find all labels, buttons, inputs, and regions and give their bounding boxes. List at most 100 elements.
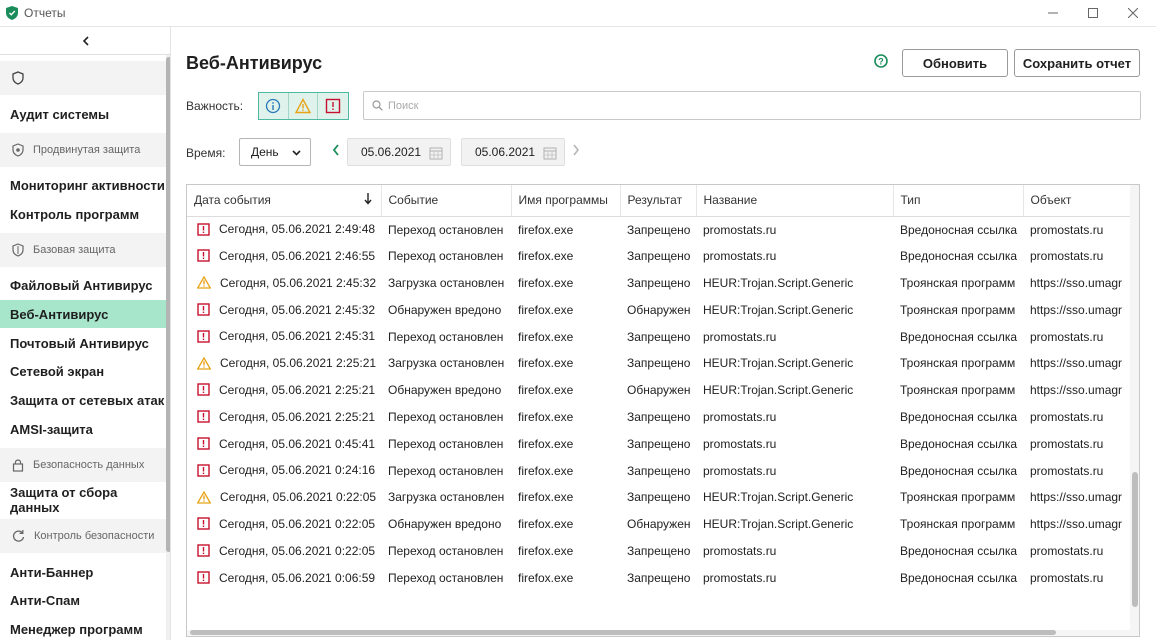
table-row[interactable]: Сегодня, 05.06.2021 2:45:31 Переход остан… xyxy=(187,323,1131,350)
critical-icon xyxy=(197,410,210,423)
table-row[interactable]: Сегодня, 05.06.2021 0:22:05 Переход остан… xyxy=(187,538,1131,565)
sidebar-section-label: Контроль безопасности xyxy=(34,530,155,542)
cell-result: Обнаружен xyxy=(627,517,691,532)
cell-name: promostats.ru xyxy=(703,409,777,424)
filter-info-button[interactable] xyxy=(259,93,289,119)
sidebar-item-anti-banner[interactable]: Анти-Баннер xyxy=(0,558,166,586)
cell-program: firefox.exe xyxy=(518,570,574,585)
previous-period-arrow[interactable] xyxy=(332,144,340,156)
cell-object: https://sso.umagr xyxy=(1030,517,1123,532)
cell-name: promostats.ru xyxy=(703,436,777,451)
table-row[interactable]: Сегодня, 05.06.2021 0:22:05 Загрузка оста… xyxy=(187,484,1131,511)
cell-result: Запрещено xyxy=(627,275,691,290)
warning-icon xyxy=(197,356,211,370)
table-row[interactable]: Сегодня, 05.06.2021 2:25:21 Переход остан… xyxy=(187,404,1131,431)
table-body: Сегодня, 05.06.2021 2:49:48 Переход остан… xyxy=(187,216,1131,591)
cell-type: Вредоносная ссылка xyxy=(900,543,1018,558)
table-row[interactable]: Сегодня, 05.06.2021 2:25:21 Обнаружен вре… xyxy=(187,377,1131,404)
search-input[interactable] xyxy=(388,99,1088,112)
calendar-icon xyxy=(543,147,557,160)
sidebar-item-app-manager[interactable]: Менеджер программ xyxy=(0,615,166,640)
cell-date: Сегодня, 05.06.2021 2:45:32 xyxy=(187,270,381,297)
help-icon[interactable]: ? xyxy=(874,54,888,68)
cell-object: promostats.ru xyxy=(1030,570,1104,585)
cell-type: Вредоносная ссылка xyxy=(900,249,1018,264)
critical-icon xyxy=(197,437,210,450)
cell-result: Запрещено xyxy=(627,463,691,478)
table-horizontal-scrollbar-thumb[interactable] xyxy=(190,630,1056,635)
sidebar-section-general xyxy=(0,61,166,95)
sidebar-item-firewall[interactable]: Сетевой экран xyxy=(0,357,166,385)
cell-program: firefox.exe xyxy=(518,275,574,290)
close-window-button[interactable] xyxy=(1110,0,1156,26)
refresh-button[interactable]: Обновить xyxy=(902,49,1008,77)
column-header-event[interactable]: Событие xyxy=(381,185,512,217)
main-panel: Веб-Антивирус ? Обновить Сохранить отчет… xyxy=(172,27,1156,640)
title-bar: Отчеты xyxy=(0,0,1156,27)
period-value: День xyxy=(251,145,279,159)
cell-program: firefox.exe xyxy=(518,302,574,317)
filter-warning-button[interactable] xyxy=(289,93,319,119)
cell-date: Сегодня, 05.06.2021 0:06:59 xyxy=(187,564,381,591)
table-row[interactable]: Сегодня, 05.06.2021 2:45:32 Обнаружен вре… xyxy=(187,296,1131,323)
column-header-program[interactable]: Имя программы xyxy=(511,185,621,217)
shield-icon xyxy=(12,243,24,257)
page-title: Веб-Антивирус xyxy=(186,53,323,73)
sidebar-item-anti-tracking[interactable]: Защита от сбора данных xyxy=(0,485,166,515)
sidebar-item-anti-spam[interactable]: Анти-Спам xyxy=(0,586,166,614)
sidebar-section-basic: Базовая защита xyxy=(0,233,166,267)
column-header-type[interactable]: Тип xyxy=(893,185,1024,217)
cell-type: Троянская программ xyxy=(900,383,1016,398)
sidebar-item-mail-antivirus[interactable]: Почтовый Антивирус xyxy=(0,329,166,357)
sidebar-item-activity-monitor[interactable]: Мониторинг активности xyxy=(0,171,166,199)
next-period-arrow[interactable] xyxy=(572,144,580,156)
sidebar-item-system-audit[interactable]: Аудит системы xyxy=(0,100,166,128)
table-row[interactable]: Сегодня, 05.06.2021 0:45:41 Переход остан… xyxy=(187,430,1131,457)
table-row[interactable]: Сегодня, 05.06.2021 2:49:48 Переход остан… xyxy=(187,216,1131,243)
date-to-field[interactable]: 05.06.2021 xyxy=(461,138,565,166)
date-to-value: 05.06.2021 xyxy=(475,145,536,159)
cell-name: HEUR:Trojan.Script.Generic xyxy=(703,275,854,290)
cell-event: Переход остановлен xyxy=(388,543,504,558)
table-row[interactable]: Сегодня, 05.06.2021 0:06:59 Переход остан… xyxy=(187,564,1131,591)
cell-object: https://sso.umagr xyxy=(1030,490,1123,505)
sidebar-item-app-control[interactable]: Контроль программ xyxy=(0,200,166,228)
column-header-object[interactable]: Объект xyxy=(1023,185,1131,217)
cell-date: Сегодня, 05.06.2021 2:46:55 xyxy=(187,243,381,270)
column-header-date[interactable]: Дата события xyxy=(187,185,382,217)
period-dropdown[interactable]: День xyxy=(239,138,311,166)
sidebar-item-network-attack-blocker[interactable]: Защита от сетевых атак xyxy=(0,386,166,414)
column-header-result[interactable]: Результат xyxy=(620,185,697,217)
critical-icon xyxy=(197,223,210,236)
chevron-left-icon xyxy=(82,35,89,46)
table-row[interactable]: Сегодня, 05.06.2021 0:22:05 Обнаружен вре… xyxy=(187,511,1131,538)
cell-event: Загрузка остановлен xyxy=(388,356,505,371)
critical-icon xyxy=(197,544,210,557)
importance-label: Важность: xyxy=(186,99,244,113)
filter-critical-button[interactable] xyxy=(318,93,348,119)
sidebar-scrollbar-thumb[interactable] xyxy=(166,57,170,552)
cell-name: promostats.ru xyxy=(703,329,777,344)
sidebar-item-web-antivirus[interactable]: Веб-Антивирус xyxy=(0,300,166,328)
app-logo-icon xyxy=(6,6,18,20)
save-report-button[interactable]: Сохранить отчет xyxy=(1014,49,1140,77)
table-vertical-scrollbar-thumb[interactable] xyxy=(1132,472,1138,607)
collapse-sidebar-button[interactable] xyxy=(0,27,170,55)
sidebar-item-amsi[interactable]: AMSI-защита xyxy=(0,415,166,443)
table-row[interactable]: Сегодня, 05.06.2021 2:46:55 Переход остан… xyxy=(187,243,1131,270)
date-from-field[interactable]: 05.06.2021 xyxy=(347,138,451,166)
cell-type: Вредоносная ссылка xyxy=(900,436,1018,451)
table-row[interactable]: Сегодня, 05.06.2021 0:24:16 Переход остан… xyxy=(187,457,1131,484)
close-icon xyxy=(1128,8,1138,18)
cell-date: Сегодня, 05.06.2021 2:25:21 xyxy=(187,377,381,404)
cell-event: Обнаружен вредоно xyxy=(388,383,502,398)
table-row[interactable]: Сегодня, 05.06.2021 2:25:21 Загрузка оста… xyxy=(187,350,1131,377)
sidebar-item-file-antivirus[interactable]: Файловый Антивирус xyxy=(0,271,166,299)
cell-object: https://sso.umagr xyxy=(1030,356,1123,371)
cell-result: Запрещено xyxy=(627,409,691,424)
cell-name: promostats.ru xyxy=(703,570,777,585)
search-box[interactable] xyxy=(363,91,1141,120)
cell-program: firefox.exe xyxy=(518,436,574,451)
table-row[interactable]: Сегодня, 05.06.2021 2:45:32 Загрузка оста… xyxy=(187,270,1131,297)
column-header-name[interactable]: Название xyxy=(696,185,894,217)
